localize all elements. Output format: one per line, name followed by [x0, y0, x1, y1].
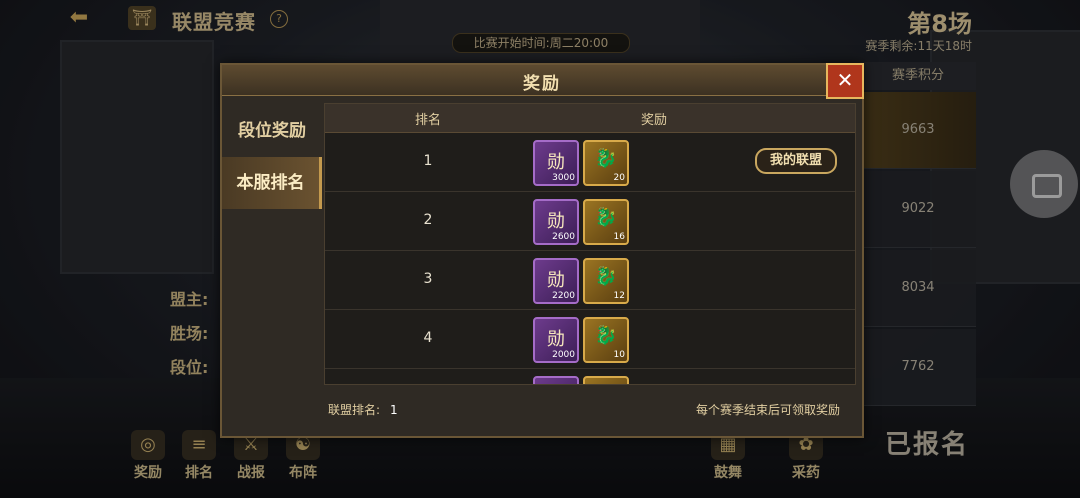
- beast-item-icon[interactable]: 🐉 12: [583, 258, 629, 304]
- item-count: 16: [613, 232, 625, 242]
- my-alliance-badge: 我的联盟: [755, 148, 837, 174]
- beast-item-icon[interactable]: 🐉 10: [583, 317, 629, 363]
- column-rank: 排名: [415, 113, 442, 128]
- item-count: 12: [613, 291, 625, 301]
- table-row-partial: [325, 369, 855, 384]
- close-icon[interactable]: ✕: [826, 63, 864, 99]
- item-count: 10: [613, 350, 625, 360]
- item-count: 20: [613, 173, 625, 183]
- alliance-rank-value: 1: [390, 403, 398, 417]
- medal-item-icon[interactable]: 勋 2000: [533, 317, 579, 363]
- table-row: 2 勋 2600 🐉 16: [325, 192, 855, 251]
- beast-item-icon[interactable]: 🐉 16: [583, 199, 629, 245]
- item-count: 2200: [552, 291, 575, 301]
- alliance-rank-label: 联盟排名:: [328, 403, 381, 417]
- column-reward: 奖励: [641, 113, 668, 128]
- rank-value: 1: [423, 153, 433, 169]
- beast-glyph: 🐉: [594, 266, 618, 287]
- item-count: 3000: [552, 173, 575, 183]
- beast-glyph: 🐉: [594, 325, 618, 346]
- alliance-rank-footer: 联盟排名: 1: [328, 401, 398, 418]
- rank-value: 2: [423, 212, 433, 228]
- table-row: 3 勋 2200 🐉 12: [325, 251, 855, 310]
- tab-server-ranking[interactable]: 本服排名: [222, 157, 322, 209]
- beast-item-icon[interactable]: 🐉 20: [583, 140, 629, 186]
- beast-glyph: 🐉: [594, 148, 618, 169]
- item-count: 2000: [552, 350, 575, 360]
- medal-glyph: 勋: [547, 329, 565, 350]
- medal-item-icon[interactable]: 勋 3000: [533, 140, 579, 186]
- claim-note: 每个赛季结束后可领取奖励: [695, 403, 840, 417]
- tab-tier-reward[interactable]: 段位奖励: [222, 105, 322, 157]
- reward-dialog: 奖励 ✕ 段位奖励 本服排名 排名 奖励 1 勋 3000 🐉 20 我的联盟 2 …: [220, 63, 864, 438]
- rank-value: 4: [423, 330, 433, 346]
- dialog-header: 奖励: [222, 65, 862, 96]
- table-row: 1 勋 3000 🐉 20 我的联盟: [325, 133, 855, 192]
- medal-glyph: 勋: [547, 152, 565, 173]
- medal-item-icon[interactable]: [533, 376, 579, 384]
- reward-tabs: 段位奖励 本服排名: [222, 105, 322, 209]
- beast-item-icon[interactable]: [583, 376, 629, 384]
- ranking-table[interactable]: 排名 奖励 1 勋 3000 🐉 20 我的联盟 2 勋 2600 🐉 16 3 勋 22…: [324, 103, 856, 385]
- medal-glyph: 勋: [547, 211, 565, 232]
- rank-value: 3: [423, 271, 433, 287]
- beast-glyph: 🐉: [594, 207, 618, 228]
- medal-item-icon[interactable]: 勋 2200: [533, 258, 579, 304]
- item-count: 2600: [552, 232, 575, 242]
- medal-glyph: 勋: [547, 270, 565, 291]
- medal-item-icon[interactable]: 勋 2600: [533, 199, 579, 245]
- table-row: 4 勋 2000 🐉 10: [325, 310, 855, 369]
- dialog-title: 奖励: [523, 74, 561, 94]
- table-header: 排名 奖励: [325, 104, 855, 133]
